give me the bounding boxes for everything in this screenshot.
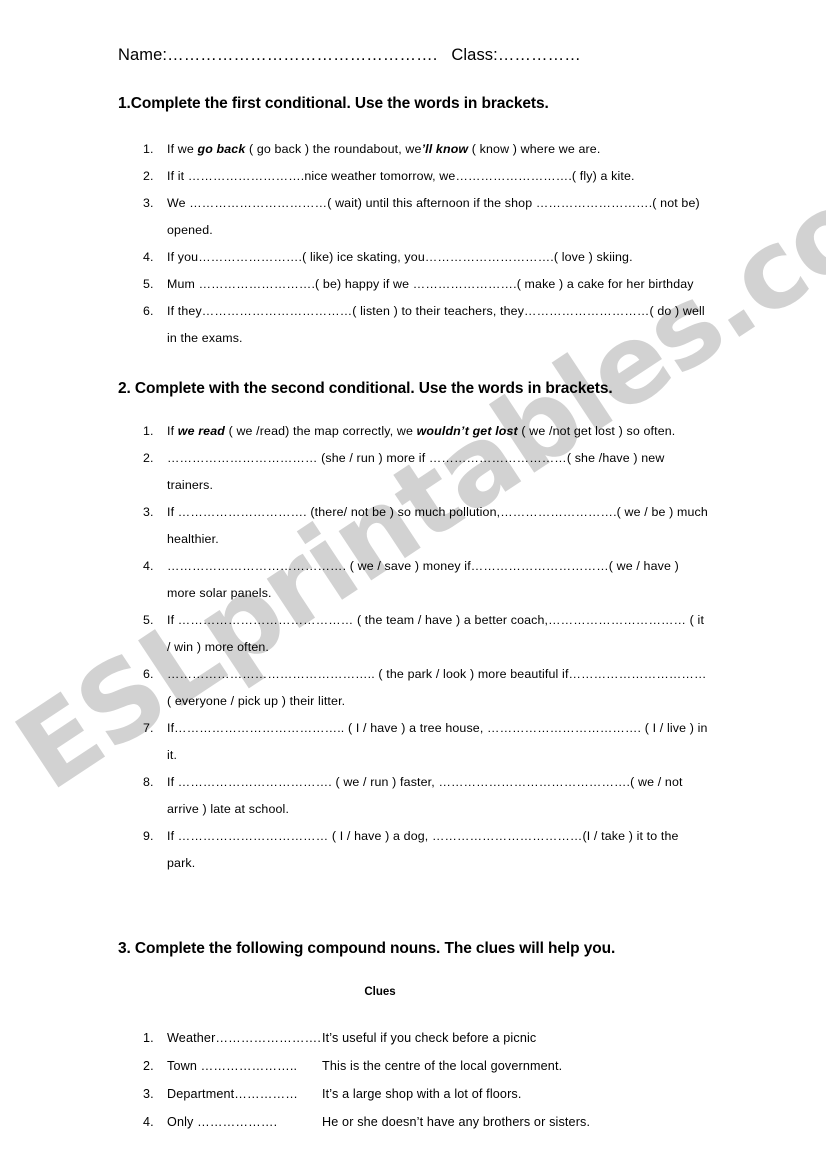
exercise-item-number: 3. (143, 505, 154, 519)
exercise-item-number: 6. (143, 304, 154, 318)
class-label: Class:…………… (451, 46, 581, 64)
exercise-item: 2. ……………………………… (she / run ) more if …………… (143, 445, 708, 499)
clue-term: Town ………………….. (167, 1059, 298, 1073)
section-2-heading: 2. Complete with the second conditional.… (118, 380, 613, 397)
exercise-text-run: If ………………………………. ( we / run ) faster, ……… (167, 775, 683, 816)
clue-description: This is the centre of the local governme… (322, 1059, 563, 1073)
exercise-item-text: If they………………………………( listen ) to their t… (167, 298, 708, 352)
exercise-item-text: If it ……………………….nice weather tomorrow, w… (167, 163, 708, 190)
clue-row: 3. Department…………… It’s a large shop with … (143, 1080, 708, 1108)
clue-description: He or she doesn’t have any brothers or s… (322, 1115, 591, 1129)
exercise-item: 3. If …………………………. (there/ not be ) so muc… (143, 499, 708, 553)
clue-term: Department…………… (167, 1087, 299, 1101)
section-1-list: 1. If we go back ( go back ) the roundabo… (143, 136, 708, 352)
exercise-text-run: ……………………………… (she / run ) more if ………………… (167, 451, 665, 492)
exercise-item: 1. If we read ( we /read) the map correct… (143, 418, 708, 445)
exercise-item-number: 1. (143, 424, 154, 438)
exercise-item: 6. ………………………………………….. ( the park / look )… (143, 661, 708, 715)
clue-number: 1. (143, 1031, 154, 1045)
exercise-text-run: We ……………………………( wait) until this afterno… (167, 196, 700, 237)
answer-example: we read (177, 424, 225, 438)
exercise-text-run: ( know ) where we are. (468, 142, 601, 156)
exercise-text-run: If (167, 424, 178, 438)
exercise-text-run: If………………………………….. ( I / have ) a tree ho… (167, 721, 708, 762)
exercise-item-text: ……………………………… (she / run ) more if ………………… (167, 445, 708, 499)
section-2-list: 1. If we read ( we /read) the map correct… (143, 418, 708, 877)
exercise-item-number: 6. (143, 667, 154, 681)
exercise-item-text: We ……………………………( wait) until this afterno… (167, 190, 708, 244)
exercise-item-number: 7. (143, 721, 154, 735)
exercise-text-run: If …………………………. (there/ not be ) so much … (167, 505, 708, 546)
exercise-item: 6. If they………………………………( listen ) to their… (143, 298, 708, 352)
exercise-item-number: 3. (143, 196, 154, 210)
exercise-text-run: If they………………………………( listen ) to their t… (167, 304, 705, 345)
section-3-heading: 3. Complete the following compound nouns… (118, 940, 616, 957)
exercise-item-number: 4. (143, 559, 154, 573)
section-1-heading: 1.Complete the first conditional. Use th… (118, 95, 549, 112)
exercise-text-run: If we (167, 142, 198, 156)
answer-example: ’ll know (421, 142, 469, 156)
exercise-item-number: 1. (143, 142, 154, 156)
exercise-item-text: If………………………………….. ( I / have ) a tree ho… (167, 715, 708, 769)
exercise-text-run: If it ……………………….nice weather tomorrow, w… (167, 169, 635, 183)
exercise-text-run: ( we /not get lost ) so often. (517, 424, 676, 438)
exercise-item-text: If ……………………………… ( I / have ) a dog, …………… (167, 823, 708, 877)
clue-row: 1. Weather…………………….It’s useful if you che… (143, 1024, 708, 1052)
exercise-item-number: 5. (143, 613, 154, 627)
exercise-text-run: ……………………………………. ( we / save ) money if……… (167, 559, 679, 600)
exercise-item-text: If …………………………………… ( the team / have ) a … (167, 607, 708, 661)
worksheet-content: Name:…………………………………………. Class:…………… 1.Comp… (0, 0, 826, 1169)
exercise-item-number: 5. (143, 277, 154, 291)
exercise-item-text: ………………………………………….. ( the park / look ) m… (167, 661, 708, 715)
exercise-item: 4. If you…………………….( like) ice skating, yo… (143, 244, 708, 271)
exercise-item: 8. If ………………………………. ( we / run ) faster, … (143, 769, 708, 823)
clue-row: 2. Town ………………….. This is the centre of th… (143, 1052, 708, 1080)
clue-number: 3. (143, 1087, 154, 1101)
exercise-item: 4. ……………………………………. ( we / save ) money if… (143, 553, 708, 607)
exercise-item: 5. If …………………………………… ( the team / have ) … (143, 607, 708, 661)
answer-example: go back (197, 142, 246, 156)
exercise-item-text: Mum ……………………….( be) happy if we ……………………… (167, 271, 708, 298)
clue-number: 2. (143, 1059, 154, 1073)
exercise-text-run: Mum ……………………….( be) happy if we ……………………… (167, 277, 694, 291)
exercise-text-run: If …………………………………… ( the team / have ) a … (167, 613, 705, 654)
exercise-text-run: If ……………………………… ( I / have ) a dog, …………… (167, 829, 679, 870)
exercise-text-run: ………………………………………….. ( the park / look ) m… (167, 667, 707, 708)
exercise-item: 7. If………………………………….. ( I / have ) a tree … (143, 715, 708, 769)
exercise-item-text: If …………………………. (there/ not be ) so much … (167, 499, 708, 553)
exercise-item: 2. If it ……………………….nice weather tomorrow,… (143, 163, 708, 190)
exercise-item-number: 8. (143, 775, 154, 789)
exercise-item-number: 4. (143, 250, 154, 264)
clue-row: 4. Only ………………. He or she doesn’t have any… (143, 1108, 708, 1136)
exercise-item-number: 9. (143, 829, 154, 843)
exercise-text-run: ( go back ) the roundabout, we (245, 142, 422, 156)
answer-example: wouldn’t get lost (416, 424, 518, 438)
exercise-item-text: If ………………………………. ( we / run ) faster, ……… (167, 769, 708, 823)
exercise-item-number: 2. (143, 451, 154, 465)
clues-label: Clues (364, 986, 396, 998)
name-label: Name:…………………………………………. (118, 46, 438, 64)
exercise-item: 3. We ……………………………( wait) until this after… (143, 190, 708, 244)
exercise-text-run: ( we /read) the map correctly, we (224, 424, 417, 438)
clue-number: 4. (143, 1115, 154, 1129)
name-class-line: Name:…………………………………………. Class:…………… (118, 46, 581, 65)
exercise-item-number: 2. (143, 169, 154, 183)
exercise-item-text: If we read ( we /read) the map correctly… (167, 418, 708, 445)
worksheet-page: ESLprintables.com Name:………………………………………….… (0, 0, 826, 1169)
clue-description: It’s a large shop with a lot of floors. (322, 1087, 522, 1101)
clue-description: It’s useful if you check before a picnic (322, 1031, 537, 1045)
exercise-item: 1. If we go back ( go back ) the roundabo… (143, 136, 708, 163)
exercise-text-run: If you…………………….( like) ice skating, you…… (167, 250, 633, 264)
exercise-item-text: ……………………………………. ( we / save ) money if……… (167, 553, 708, 607)
exercise-item-text: If you…………………….( like) ice skating, you…… (167, 244, 708, 271)
section-3-clues-list: 1. Weather…………………….It’s useful if you che… (143, 1024, 708, 1136)
clue-term: Weather……………………. (167, 1031, 322, 1045)
clue-term: Only ………………. (167, 1115, 278, 1129)
exercise-item: 5. Mum ……………………….( be) happy if we ………………… (143, 271, 708, 298)
exercise-item-text: If we go back ( go back ) the roundabout… (167, 136, 708, 163)
exercise-item: 9. If ……………………………… ( I / have ) a dog, ……… (143, 823, 708, 877)
